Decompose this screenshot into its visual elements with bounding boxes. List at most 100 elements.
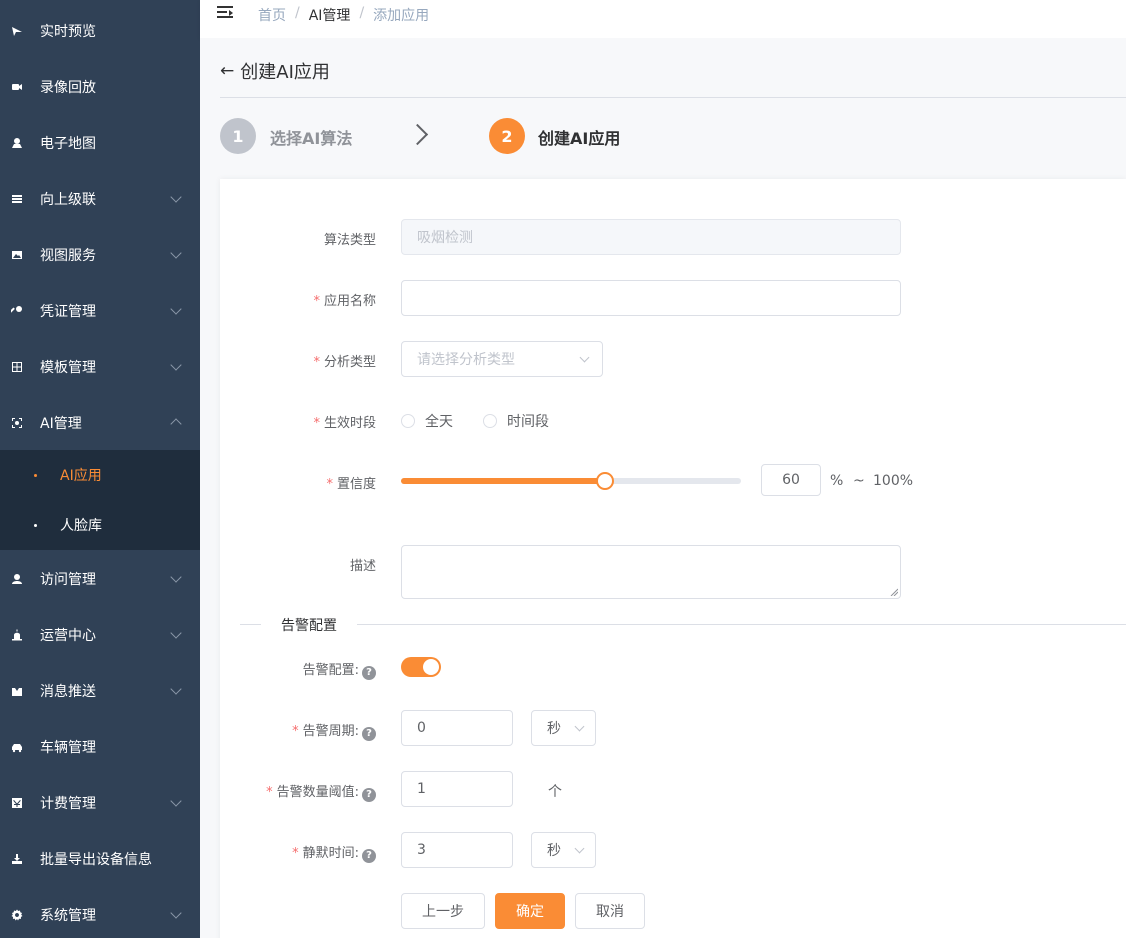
help-icon[interactable]: ? <box>362 787 376 802</box>
alarm-switch-label: 告警配置:? <box>303 659 376 680</box>
analysis-type-label: * 分析类型 <box>313 351 376 370</box>
confidence-max: 100% <box>873 473 914 489</box>
steps: 1 选择AI算法 2 创建AI应用 <box>220 118 1126 154</box>
alarm-section-divider <box>240 624 1126 625</box>
step-1-number: 1 <box>220 118 256 154</box>
step-2-number: 2 <box>489 118 525 154</box>
label-text: 置信度 <box>336 477 376 492</box>
sidebar-item-billing[interactable]: 计费管理 <box>0 775 200 831</box>
chevron-down-icon <box>574 721 585 732</box>
label-text: 告警配置: <box>302 663 359 678</box>
step-2-title: 创建AI应用 <box>538 129 621 148</box>
billing-icon <box>10 796 24 810</box>
map-icon <box>10 136 24 150</box>
confidence-value: 60 <box>782 472 800 488</box>
confidence-tilde: ~ <box>853 473 865 489</box>
sidebar: 实时预览 录像回放 电子地图 向上级联 视图服务 凭证管理 模板管理 AI管理 … <box>0 0 200 938</box>
sidebar-item-template[interactable]: 模板管理 <box>0 339 200 395</box>
unit-value: 秒 <box>547 721 561 737</box>
sidebar-item-label: 电子地图 <box>40 136 96 152</box>
sidebar-item-operations[interactable]: 运营中心 <box>0 607 200 663</box>
breadcrumb-ai-management[interactable]: AI管理 <box>309 5 351 25</box>
sidebar-item-label: 批量导出设备信息 <box>40 852 152 868</box>
label-text: 算法类型 <box>323 233 376 248</box>
description-textarea[interactable] <box>401 545 901 599</box>
effective-time-label: * 生效时段 <box>313 412 376 431</box>
algorithm-type-label: 算法类型 <box>324 229 376 248</box>
submenu-item-ai-app[interactable]: AI应用 <box>0 450 200 500</box>
switch-knob <box>423 659 439 675</box>
header-divider <box>220 97 1126 98</box>
help-icon[interactable]: ? <box>362 665 376 680</box>
sidebar-item-label: 访问管理 <box>40 572 96 588</box>
breadcrumb-separator: / <box>359 5 365 21</box>
prev-step-button[interactable]: 上一步 <box>401 893 485 929</box>
chevron-down-icon <box>170 247 182 259</box>
sidebar-item-system[interactable]: 系统管理 <box>0 887 200 938</box>
sidebar-item-message-push[interactable]: 消息推送 <box>0 663 200 719</box>
bullet-icon <box>34 473 37 477</box>
submenu-item-face-library[interactable]: 人脸库 <box>0 500 200 550</box>
algorithm-type-value: 吸烟检测 <box>417 230 473 246</box>
chevron-down-icon <box>579 352 590 363</box>
slider-thumb[interactable] <box>596 472 614 490</box>
chevron-down-icon <box>170 359 182 371</box>
chevron-down-icon <box>170 571 182 583</box>
confirm-button[interactable]: 确定 <box>495 893 565 929</box>
sidebar-item-label: 实时预览 <box>40 24 96 40</box>
chevron-down-icon <box>170 683 182 695</box>
sidebar-item-access[interactable]: 访问管理 <box>0 551 200 607</box>
help-icon[interactable]: ? <box>362 726 376 741</box>
analysis-type-placeholder: 请选择分析类型 <box>417 352 515 368</box>
sidebar-item-map[interactable]: 电子地图 <box>0 115 200 171</box>
alarm-threshold-input[interactable]: 1 <box>401 771 513 807</box>
radio-all-day[interactable]: 全天 <box>401 411 453 431</box>
alarm-period-unit-select[interactable]: 秒 <box>531 710 596 746</box>
sidebar-item-label: 计费管理 <box>40 796 96 812</box>
page-title: 创建AI应用 <box>240 62 330 83</box>
sidebar-item-video-playback[interactable]: 录像回放 <box>0 59 200 115</box>
submenu-item-label: 人脸库 <box>60 518 102 534</box>
slider-fill <box>401 478 605 484</box>
breadcrumb-home[interactable]: 首页 <box>258 5 286 25</box>
video-playback-icon <box>10 80 24 94</box>
radio-label: 全天 <box>425 414 453 430</box>
app-name-label: * 应用名称 <box>313 290 376 309</box>
inbox-icon <box>10 684 24 698</box>
radio-circle[interactable] <box>401 414 415 428</box>
back-arrow-icon[interactable]: ← <box>220 61 234 81</box>
app-name-input[interactable] <box>401 280 901 316</box>
cancel-button[interactable]: 取消 <box>575 893 645 929</box>
hamburger-menu-icon[interactable] <box>217 6 233 20</box>
label-text: 描述 <box>349 559 376 574</box>
step-1-title: 选择AI算法 <box>270 129 353 148</box>
sidebar-item-export-devices[interactable]: 批量导出设备信息 <box>0 831 200 887</box>
radio-circle[interactable] <box>483 414 497 428</box>
sidebar-item-label: 凭证管理 <box>40 304 96 320</box>
confidence-slider[interactable] <box>401 472 741 490</box>
required-mark: * <box>313 416 320 431</box>
label-text: 静默时间: <box>302 846 359 861</box>
silence-time-input[interactable]: 3 <box>401 832 513 868</box>
ai-icon <box>10 416 24 430</box>
alarm-threshold-value: 1 <box>417 781 426 797</box>
sidebar-item-view-service[interactable]: 视图服务 <box>0 227 200 283</box>
help-icon[interactable]: ? <box>362 848 376 863</box>
alarm-period-input[interactable]: 0 <box>401 710 513 746</box>
confidence-input[interactable]: 60 <box>761 464 821 496</box>
radio-time-period[interactable]: 时间段 <box>483 411 549 431</box>
top-navbar: 首页 / AI管理 / 添加应用 <box>200 0 1126 38</box>
breadcrumb-current: 添加应用 <box>373 8 430 24</box>
alarm-switch[interactable] <box>401 657 441 677</box>
sidebar-item-live-preview[interactable]: 实时预览 <box>0 3 200 59</box>
sidebar-item-ai[interactable]: AI管理 <box>0 395 200 451</box>
silence-time-unit-select[interactable]: 秒 <box>531 832 596 868</box>
label-text: 告警周期: <box>302 724 359 739</box>
resize-handle-icon[interactable] <box>890 588 898 596</box>
sidebar-item-credential[interactable]: 凭证管理 <box>0 283 200 339</box>
required-mark: * <box>292 846 299 861</box>
sidebar-item-vehicle[interactable]: 车辆管理 <box>0 719 200 775</box>
sidebar-item-cascade[interactable]: 向上级联 <box>0 171 200 227</box>
analysis-type-select[interactable]: 请选择分析类型 <box>401 341 603 377</box>
chevron-down-icon <box>574 843 585 854</box>
